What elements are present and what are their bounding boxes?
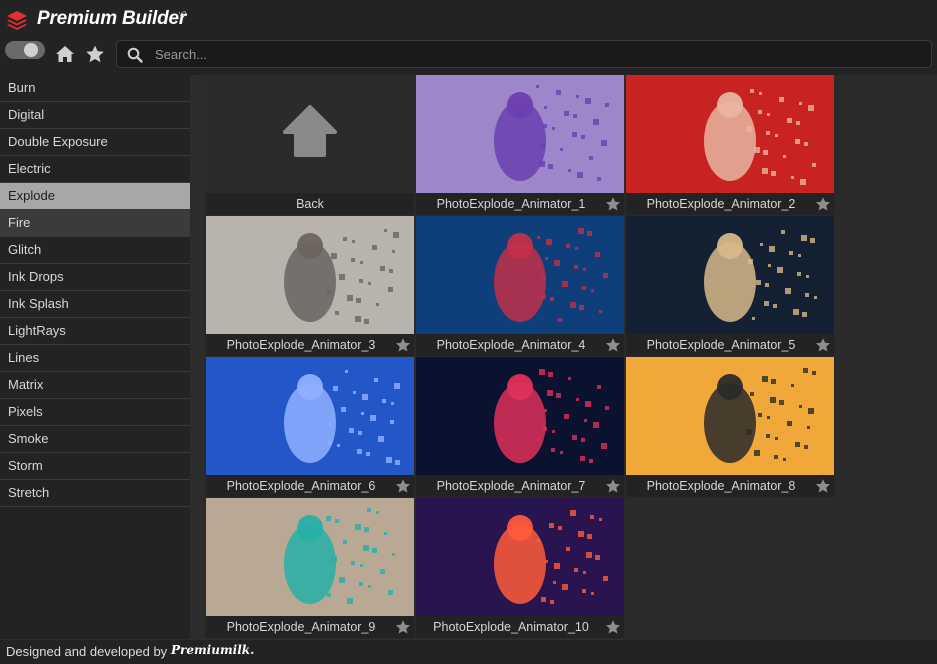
favorite-star-icon[interactable] — [395, 619, 411, 635]
sidebar-item-burn[interactable]: Burn — [0, 75, 190, 102]
favorite-star-icon[interactable] — [395, 337, 411, 353]
preset-tile[interactable]: PhotoExplode_Animator_4 — [416, 216, 624, 356]
preset-label: PhotoExplode_Animator_6 — [206, 475, 414, 497]
preset-label: PhotoExplode_Animator_2 — [626, 193, 834, 215]
preset-label: PhotoExplode_Animator_1 — [416, 193, 624, 215]
brand-logo[interactable]: Premiumilk. — [171, 643, 254, 657]
sidebar-item-electric[interactable]: Electric — [0, 156, 190, 183]
preset-thumbnail — [416, 75, 624, 193]
preset-label: PhotoExplode_Animator_4 — [416, 334, 624, 356]
sidebar-item-glitch[interactable]: Glitch — [0, 237, 190, 264]
sidebar-item-lightrays[interactable]: LightRays — [0, 318, 190, 345]
header: Premium Builder v2 — [0, 0, 937, 40]
footer-credit: Designed and developed by — [6, 644, 168, 659]
preset-label: PhotoExplode_Animator_5 — [626, 334, 834, 356]
preset-tile[interactable]: PhotoExplode_Animator_7 — [416, 357, 624, 497]
preset-tile[interactable]: PhotoExplode_Animator_2 — [626, 75, 834, 215]
search-bar[interactable] — [116, 40, 932, 68]
preset-tile[interactable]: PhotoExplode_Animator_3 — [206, 216, 414, 356]
back-label: Back — [206, 193, 414, 215]
preset-tile[interactable]: PhotoExplode_Animator_9 — [206, 498, 414, 638]
favorite-star-icon[interactable] — [605, 196, 621, 212]
preset-label: PhotoExplode_Animator_8 — [626, 475, 834, 497]
preset-thumbnail — [626, 216, 834, 334]
favorite-star-icon[interactable] — [605, 337, 621, 353]
preset-thumbnail — [416, 357, 624, 475]
favorite-star-icon[interactable] — [395, 478, 411, 494]
up-arrow-icon — [283, 105, 337, 157]
toggle-knob — [24, 43, 38, 57]
preset-thumbnail — [206, 216, 414, 334]
preset-tile[interactable]: PhotoExplode_Animator_10 — [416, 498, 624, 638]
sidebar-item-ink-splash[interactable]: Ink Splash — [0, 291, 190, 318]
preset-label: PhotoExplode_Animator_7 — [416, 475, 624, 497]
footer: Designed and developed by Premiumilk. — [0, 639, 937, 664]
preset-tile[interactable]: PhotoExplode_Animator_1 — [416, 75, 624, 215]
favorite-star-icon[interactable] — [605, 619, 621, 635]
preset-thumbnail — [626, 357, 834, 475]
preset-thumbnail — [416, 216, 624, 334]
sidebar-item-storm[interactable]: Storm — [0, 453, 190, 480]
layers-logo-icon — [7, 11, 27, 30]
sidebar-item-stretch[interactable]: Stretch — [0, 480, 190, 507]
favorite-star-icon[interactable] — [605, 478, 621, 494]
sidebar-item-double-exposure[interactable]: Double Exposure — [0, 129, 190, 156]
preset-thumbnail — [416, 498, 624, 616]
preset-label: PhotoExplode_Animator_3 — [206, 334, 414, 356]
home-icon[interactable] — [55, 44, 75, 64]
sidebar-item-digital[interactable]: Digital — [0, 102, 190, 129]
app-title: Premium Builder — [37, 8, 187, 29]
search-icon — [127, 47, 143, 63]
favorite-star-icon[interactable] — [815, 196, 831, 212]
sidebar-scrollbar[interactable] — [190, 75, 204, 639]
sidebar-item-explode[interactable]: Explode — [0, 183, 190, 210]
preset-tile[interactable]: PhotoExplode_Animator_6 — [206, 357, 414, 497]
sidebar-item-pixels[interactable]: Pixels — [0, 399, 190, 426]
back-thumb — [206, 75, 414, 193]
sidebar-item-lines[interactable]: Lines — [0, 345, 190, 372]
mode-toggle[interactable] — [5, 41, 45, 59]
favorites-star-icon[interactable] — [85, 44, 105, 64]
sidebar-item-matrix[interactable]: Matrix — [0, 372, 190, 399]
app-version: v2 — [179, 11, 187, 18]
sidebar-item-fire[interactable]: Fire — [0, 210, 190, 237]
preset-thumbnail — [206, 498, 414, 616]
favorite-star-icon[interactable] — [815, 337, 831, 353]
back-tile[interactable]: Back — [206, 75, 414, 215]
preset-grid: Back PhotoExplode_Animator_1 PhotoExplode… — [204, 75, 937, 639]
category-sidebar: Burn Digital Double Exposure Electric Explod… — [0, 75, 190, 639]
sidebar-item-ink-drops[interactable]: Ink Drops — [0, 264, 190, 291]
favorite-star-icon[interactable] — [815, 478, 831, 494]
preset-tile[interactable]: PhotoExplode_Animator_8 — [626, 357, 834, 497]
app-window: Premium Builder v2 BurnDigitalDouble Exp… — [0, 0, 937, 664]
preset-label: PhotoExplode_Animator_9 — [206, 616, 414, 638]
preset-label: PhotoExplode_Animator_10 — [416, 616, 624, 638]
preset-tile[interactable]: PhotoExplode_Animator_5 — [626, 216, 834, 356]
preset-thumbnail — [206, 357, 414, 475]
preset-thumbnail — [626, 75, 834, 193]
search-input[interactable] — [155, 45, 915, 64]
sidebar-item-smoke[interactable]: Smoke — [0, 426, 190, 453]
